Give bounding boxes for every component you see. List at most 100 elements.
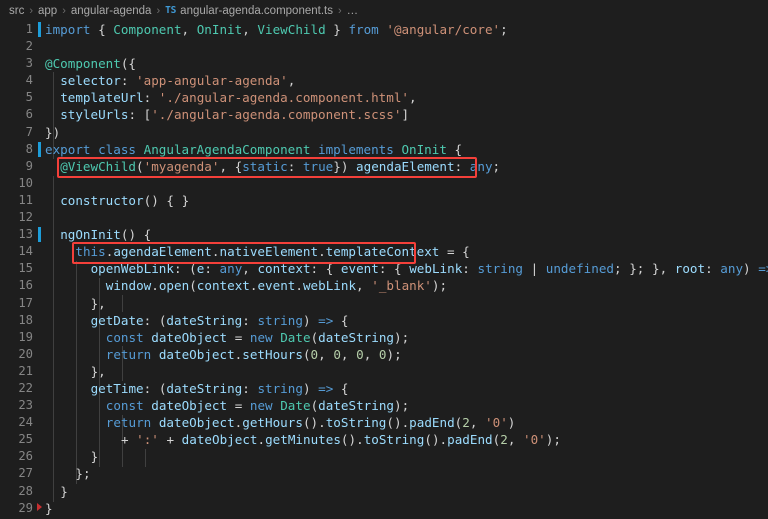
code-line[interactable]: 26 } (0, 448, 768, 465)
line-number: 10 (18, 175, 33, 190)
code-line[interactable]: 23 const dateObject = new Date(dateStrin… (0, 397, 768, 414)
line-number: 11 (18, 192, 33, 207)
code-line[interactable]: 7}) (0, 124, 768, 141)
code-line[interactable]: 1 import { Component, OnInit, ViewChild }… (0, 21, 768, 38)
line-number: 21 (18, 363, 33, 378)
code-line[interactable]: 19 const dateObject = new Date(dateStrin… (0, 329, 768, 346)
line-number: 3 (25, 56, 33, 71)
line-number: 26 (18, 449, 33, 464)
code-text[interactable]: }; (33, 465, 90, 482)
breadcrumb-separator-icon: › (337, 4, 342, 17)
code-text[interactable]: return dateObject.getHours().toString().… (33, 414, 516, 431)
line-number: 8 (0, 141, 41, 158)
code-text[interactable]: } (33, 483, 68, 500)
code-line[interactable]: 11 constructor() { } (0, 192, 768, 209)
code-line[interactable]: 12 (0, 209, 768, 226)
line-number: 5 (25, 90, 33, 105)
line-number: 23 (18, 398, 33, 413)
breadcrumb-separator-icon: › (29, 4, 34, 17)
typescript-file-icon: TS (165, 5, 177, 16)
code-line[interactable]: 16 window.open(context.event.webLink, '_… (0, 277, 768, 294)
line-number: 27 (18, 466, 33, 481)
code-line[interactable]: 20 return dateObject.setHours(0, 0, 0, 0… (0, 346, 768, 363)
code-text[interactable]: @ViewChild('myagenda', {static: true}) a… (33, 158, 500, 175)
code-text[interactable] (33, 175, 45, 192)
code-text[interactable]: }) (33, 124, 60, 141)
line-number: 24 (18, 415, 33, 430)
code-line[interactable]: 22 getTime: (dateString: string) => { (0, 380, 768, 397)
code-line[interactable]: 27 }; (0, 465, 768, 482)
line-number: 22 (18, 380, 33, 395)
code-line[interactable]: 2 (0, 38, 768, 55)
code-line[interactable]: 6 styleUrls: ['./angular-agenda.componen… (0, 106, 768, 123)
code-line[interactable]: 15 openWebLink: (e: any, context: { even… (0, 260, 768, 277)
code-text[interactable]: openWebLink: (e: any, context: { event: … (33, 260, 768, 277)
breadcrumb-item-app[interactable]: app (38, 5, 57, 17)
line-number: 20 (18, 346, 33, 361)
vscode-editor-window: src › app › angular-agenda › TS angular-… (0, 0, 768, 519)
line-number: 2 (25, 39, 33, 54)
code-text[interactable]: import { Component, OnInit, ViewChild } … (33, 21, 508, 38)
line-number: 28 (18, 483, 33, 498)
code-line[interactable]: 13 ngOnInit() { (0, 226, 768, 243)
code-text[interactable]: const dateObject = new Date(dateString); (33, 329, 409, 346)
code-line[interactable]: 8 export class AngularAgendaComponent imp… (0, 141, 768, 158)
code-text[interactable]: export class AngularAgendaComponent impl… (33, 141, 462, 158)
code-line[interactable]: 3 @Component({ (0, 55, 768, 72)
line-number: 29 (0, 500, 42, 517)
code-text[interactable]: getTime: (dateString: string) => { (33, 380, 349, 397)
line-number: 16 (18, 278, 33, 293)
code-line[interactable]: 4 selector: 'app-angular-agenda', (0, 72, 768, 89)
code-text[interactable]: window.open(context.event.webLink, '_bla… (33, 277, 447, 294)
code-line[interactable]: 25 + ':' + dateObject.getMinutes().toStr… (0, 431, 768, 448)
breadcrumb-item-angular-agenda[interactable]: angular-agenda (71, 5, 152, 17)
code-editor[interactable]: 1 import { Component, OnInit, ViewChild }… (0, 21, 768, 519)
code-line[interactable]: 24 return dateObject.getHours().toString… (0, 414, 768, 431)
code-text[interactable]: templateUrl: './angular-agenda.component… (33, 89, 416, 106)
breadcrumb-item-file[interactable]: angular-agenda.component.ts (180, 5, 333, 17)
code-text[interactable]: styleUrls: ['./angular-agenda.component.… (33, 106, 409, 123)
code-text[interactable] (33, 209, 45, 226)
line-number: 7 (25, 124, 33, 139)
code-text[interactable]: constructor() { } (33, 192, 189, 209)
breadcrumb[interactable]: src › app › angular-agenda › TS angular-… (0, 0, 768, 21)
code-text[interactable]: + ':' + dateObject.getMinutes().toString… (33, 431, 561, 448)
line-number: 1 (0, 21, 41, 38)
breadcrumb-overflow[interactable]: … (347, 5, 359, 17)
line-number: 17 (18, 295, 33, 310)
code-text[interactable]: ngOnInit() { (33, 226, 151, 243)
line-number: 13 (0, 226, 41, 243)
breadcrumb-item-src[interactable]: src (9, 5, 24, 17)
line-number: 18 (18, 312, 33, 327)
code-text[interactable]: }, (33, 295, 106, 312)
line-number: 25 (18, 432, 33, 447)
code-line[interactable]: 10 (0, 175, 768, 192)
code-text[interactable]: }, (33, 363, 106, 380)
code-line[interactable]: 5 templateUrl: './angular-agenda.compone… (0, 89, 768, 106)
code-text[interactable]: const dateObject = new Date(dateString); (33, 397, 409, 414)
code-line[interactable]: 21 }, (0, 363, 768, 380)
code-text[interactable] (33, 38, 45, 55)
line-number: 9 (25, 158, 33, 173)
code-line[interactable]: 17 }, (0, 295, 768, 312)
code-text[interactable]: selector: 'app-angular-agenda', (33, 72, 295, 89)
line-number: 19 (18, 329, 33, 344)
line-number: 14 (18, 244, 33, 259)
line-number: 15 (18, 261, 33, 276)
code-line[interactable]: 14 this.agendaElement.nativeElement.temp… (0, 243, 768, 260)
code-text[interactable]: getDate: (dateString: string) => { (33, 312, 349, 329)
code-text[interactable]: @Component({ (33, 55, 136, 72)
code-line[interactable]: 18 getDate: (dateString: string) => { (0, 312, 768, 329)
code-line[interactable]: 9 @ViewChild('myagenda', {static: true})… (0, 158, 768, 175)
code-text[interactable]: } (33, 448, 99, 465)
code-text[interactable]: } (33, 500, 53, 517)
code-text[interactable]: return dateObject.setHours(0, 0, 0, 0); (33, 346, 402, 363)
code-line[interactable]: 29} (0, 500, 768, 517)
line-number: 12 (18, 210, 33, 225)
code-line[interactable]: 28 } (0, 483, 768, 500)
line-number: 4 (25, 73, 33, 88)
line-number: 6 (25, 107, 33, 122)
code-lines[interactable]: 1 import { Component, OnInit, ViewChild }… (0, 21, 768, 517)
code-text[interactable]: this.agendaElement.nativeElement.templat… (33, 243, 469, 260)
breadcrumb-separator-icon: › (156, 4, 161, 17)
